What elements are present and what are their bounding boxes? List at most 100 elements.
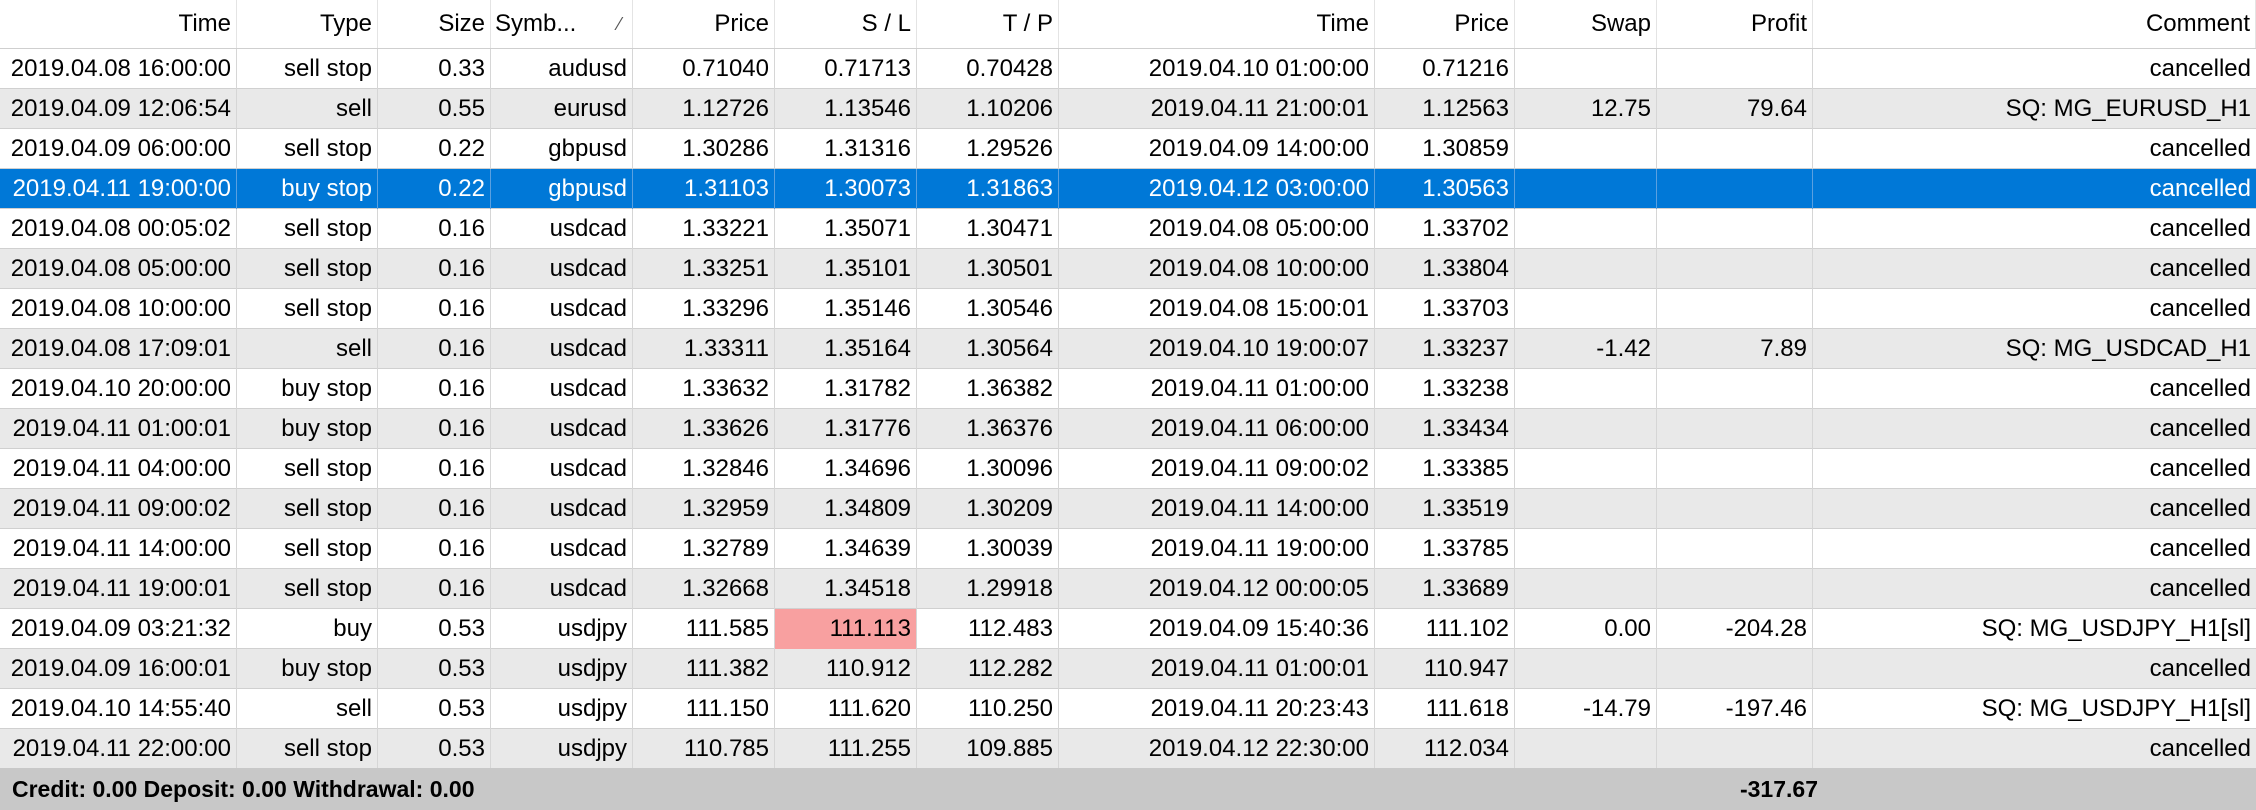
table-row[interactable]: 2019.04.11 22:00:00 sell stop 0.53 usdjpy 11… (0, 729, 2256, 769)
cell-price: 1.32846 (633, 449, 775, 489)
cell-size: 0.16 (378, 409, 491, 449)
cell-swap (1515, 449, 1657, 489)
cell-size: 0.22 (378, 169, 491, 209)
cell-profit (1657, 249, 1813, 289)
cell-sl: 1.34696 (775, 449, 917, 489)
table-header: Time Type Size Symb... ⁄ Price S / L T /… (0, 0, 2256, 49)
cell-size: 0.53 (378, 689, 491, 729)
cell-time: 2019.04.09 06:00:00 (0, 129, 237, 169)
table-row[interactable]: 2019.04.09 03:21:32 buy 0.53 usdjpy 111.585 1… (0, 609, 2256, 649)
cell-close-price: 111.618 (1375, 689, 1515, 729)
cell-type: buy stop (237, 369, 378, 409)
table-row[interactable]: 2019.04.08 00:05:02 sell stop 0.16 usdcad 1.… (0, 209, 2256, 249)
column-header-sl[interactable]: S / L (775, 0, 917, 48)
cell-type: sell stop (237, 569, 378, 609)
table-row[interactable]: 2019.04.10 14:55:40 sell 0.53 usdjpy 111.150… (0, 689, 2256, 729)
table-row-selected[interactable]: 2019.04.11 19:00:00 buy stop 0.22 gbpusd 1.3… (0, 169, 2256, 209)
cell-price: 1.33311 (633, 329, 775, 369)
cell-size: 0.22 (378, 129, 491, 169)
cell-comment: cancelled (2149, 135, 2251, 162)
column-header-comment[interactable]: Comment (1813, 0, 2256, 48)
cell-profit (1657, 489, 1813, 529)
cell-close-time: 2019.04.09 15:40:36 (1059, 609, 1375, 649)
cell-close-time: 2019.04.11 01:00:00 (1059, 369, 1375, 409)
cell-sl: 1.34639 (775, 529, 917, 569)
table-row[interactable]: 2019.04.08 17:09:01 sell 0.16 usdcad 1.33311… (0, 329, 2256, 369)
cell-price: 111.150 (633, 689, 775, 729)
cell-type: buy stop (237, 169, 378, 209)
cell-swap (1515, 249, 1657, 289)
cell-profit: 79.64 (1657, 89, 1813, 129)
cell-close-price: 1.33703 (1375, 289, 1515, 329)
table-row[interactable]: 2019.04.11 04:00:00 sell stop 0.16 usdcad 1.… (0, 449, 2256, 489)
cell-comment: cancelled (2149, 175, 2251, 202)
column-header-swap[interactable]: Swap (1515, 0, 1657, 48)
cell-price: 111.585 (633, 609, 775, 649)
cell-type: buy stop (237, 409, 378, 449)
cell-close-time: 2019.04.08 05:00:00 (1059, 209, 1375, 249)
column-header-symbol-label: Symb... (495, 10, 577, 37)
cell-comment: cancelled (2149, 535, 2251, 562)
cell-swap: 0.00 (1515, 609, 1657, 649)
cell-profit: -204.28 (1657, 609, 1813, 649)
column-header-profit[interactable]: Profit (1657, 0, 1813, 48)
cell-comment: cancelled (2149, 55, 2251, 82)
cell-price: 110.785 (633, 729, 775, 769)
cell-tp: 1.29526 (917, 129, 1059, 169)
cell-type: sell stop (237, 489, 378, 529)
cell-close-price: 1.33689 (1375, 569, 1515, 609)
column-header-symbol[interactable]: Symb... ⁄ (491, 0, 633, 48)
cell-size: 0.16 (378, 529, 491, 569)
cell-swap (1515, 369, 1657, 409)
cell-price: 1.31103 (633, 169, 775, 209)
cell-close-time: 2019.04.11 20:23:43 (1059, 689, 1375, 729)
cell-comment: cancelled (2149, 415, 2251, 442)
sort-ascending-icon: ⁄ (617, 14, 621, 34)
cell-close-price: 112.034 (1375, 729, 1515, 769)
column-header-type[interactable]: Type (237, 0, 378, 48)
table-row[interactable]: 2019.04.09 06:00:00 sell stop 0.22 gbpusd 1.… (0, 129, 2256, 169)
table-row[interactable]: 2019.04.11 19:00:01 sell stop 0.16 usdcad 1.… (0, 569, 2256, 609)
total-profit: -317.67 (1739, 776, 1818, 802)
cell-sl: 1.31316 (775, 129, 917, 169)
cell-comment: SQ: MG_USDJPY_H1[sl] (1981, 615, 2251, 642)
cell-close-time: 2019.04.08 15:00:01 (1059, 289, 1375, 329)
table-row[interactable]: 2019.04.10 20:00:00 buy stop 0.16 usdcad 1.3… (0, 369, 2256, 409)
cell-type: buy (237, 609, 378, 649)
column-header-close-time[interactable]: Time (1059, 0, 1375, 48)
cell-tp: 1.30471 (917, 209, 1059, 249)
column-header-tp[interactable]: T / P (917, 0, 1059, 48)
table-row[interactable]: 2019.04.08 05:00:00 sell stop 0.16 usdcad 1.… (0, 249, 2256, 289)
cell-type: sell stop (237, 729, 378, 769)
table-row[interactable]: 2019.04.11 09:00:02 sell stop 0.16 usdcad 1.… (0, 489, 2256, 529)
table-body: 2019.04.08 16:00:00 sell stop 0.33 audusd 0.… (0, 49, 2256, 769)
cell-close-time: 2019.04.12 03:00:00 (1059, 169, 1375, 209)
column-header-size[interactable]: Size (378, 0, 491, 48)
table-row[interactable]: 2019.04.11 14:00:00 sell stop 0.16 usdcad 1.… (0, 529, 2256, 569)
table-row[interactable]: 2019.04.08 10:00:00 sell stop 0.16 usdcad 1.… (0, 289, 2256, 329)
cell-price: 1.33296 (633, 289, 775, 329)
table-row[interactable]: 2019.04.09 16:00:01 buy stop 0.53 usdjpy 111… (0, 649, 2256, 689)
cell-time: 2019.04.10 14:55:40 (0, 689, 237, 729)
cell-size: 0.53 (378, 609, 491, 649)
cell-size: 0.33 (378, 49, 491, 89)
table-row[interactable]: 2019.04.08 16:00:00 sell stop 0.33 audusd 0.… (0, 49, 2256, 89)
cell-comment: cancelled (2149, 655, 2251, 682)
cell-close-time: 2019.04.09 14:00:00 (1059, 129, 1375, 169)
cell-symbol: usdcad (491, 529, 633, 569)
cell-time: 2019.04.11 14:00:00 (0, 529, 237, 569)
table-row[interactable]: 2019.04.09 12:06:54 sell 0.55 eurusd 1.12726… (0, 89, 2256, 129)
cell-close-price: 1.12563 (1375, 89, 1515, 129)
cell-profit (1657, 569, 1813, 609)
cell-swap: -1.42 (1515, 329, 1657, 369)
table-row[interactable]: 2019.04.11 01:00:01 buy stop 0.16 usdcad 1.3… (0, 409, 2256, 449)
cell-size: 0.16 (378, 289, 491, 329)
cell-type: sell stop (237, 449, 378, 489)
cell-price: 1.33626 (633, 409, 775, 449)
cell-time: 2019.04.10 20:00:00 (0, 369, 237, 409)
cell-type: sell stop (237, 129, 378, 169)
column-header-close-price[interactable]: Price (1375, 0, 1515, 48)
column-header-time[interactable]: Time (0, 0, 237, 48)
column-header-price[interactable]: Price (633, 0, 775, 48)
cell-time: 2019.04.08 16:00:00 (0, 49, 237, 89)
